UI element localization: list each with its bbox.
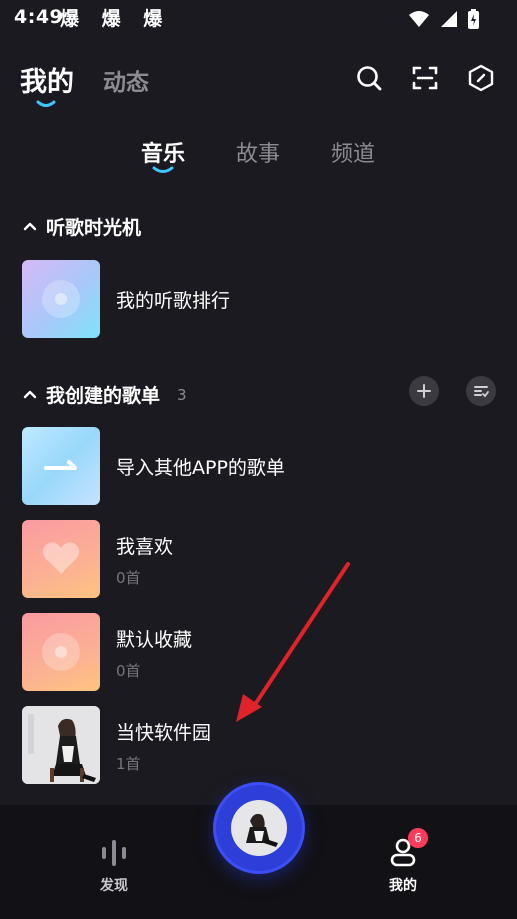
- notification-badge: 6: [408, 828, 428, 848]
- annotation-arrow-icon: [236, 562, 350, 722]
- nav-discover-label: 发现: [100, 878, 128, 894]
- now-playing-disc[interactable]: [216, 785, 302, 871]
- nav-discover[interactable]: [84, 835, 144, 873]
- album-art-icon: [231, 800, 287, 856]
- nav-mine-label: 我的: [389, 878, 417, 894]
- equalizer-icon: [102, 840, 126, 866]
